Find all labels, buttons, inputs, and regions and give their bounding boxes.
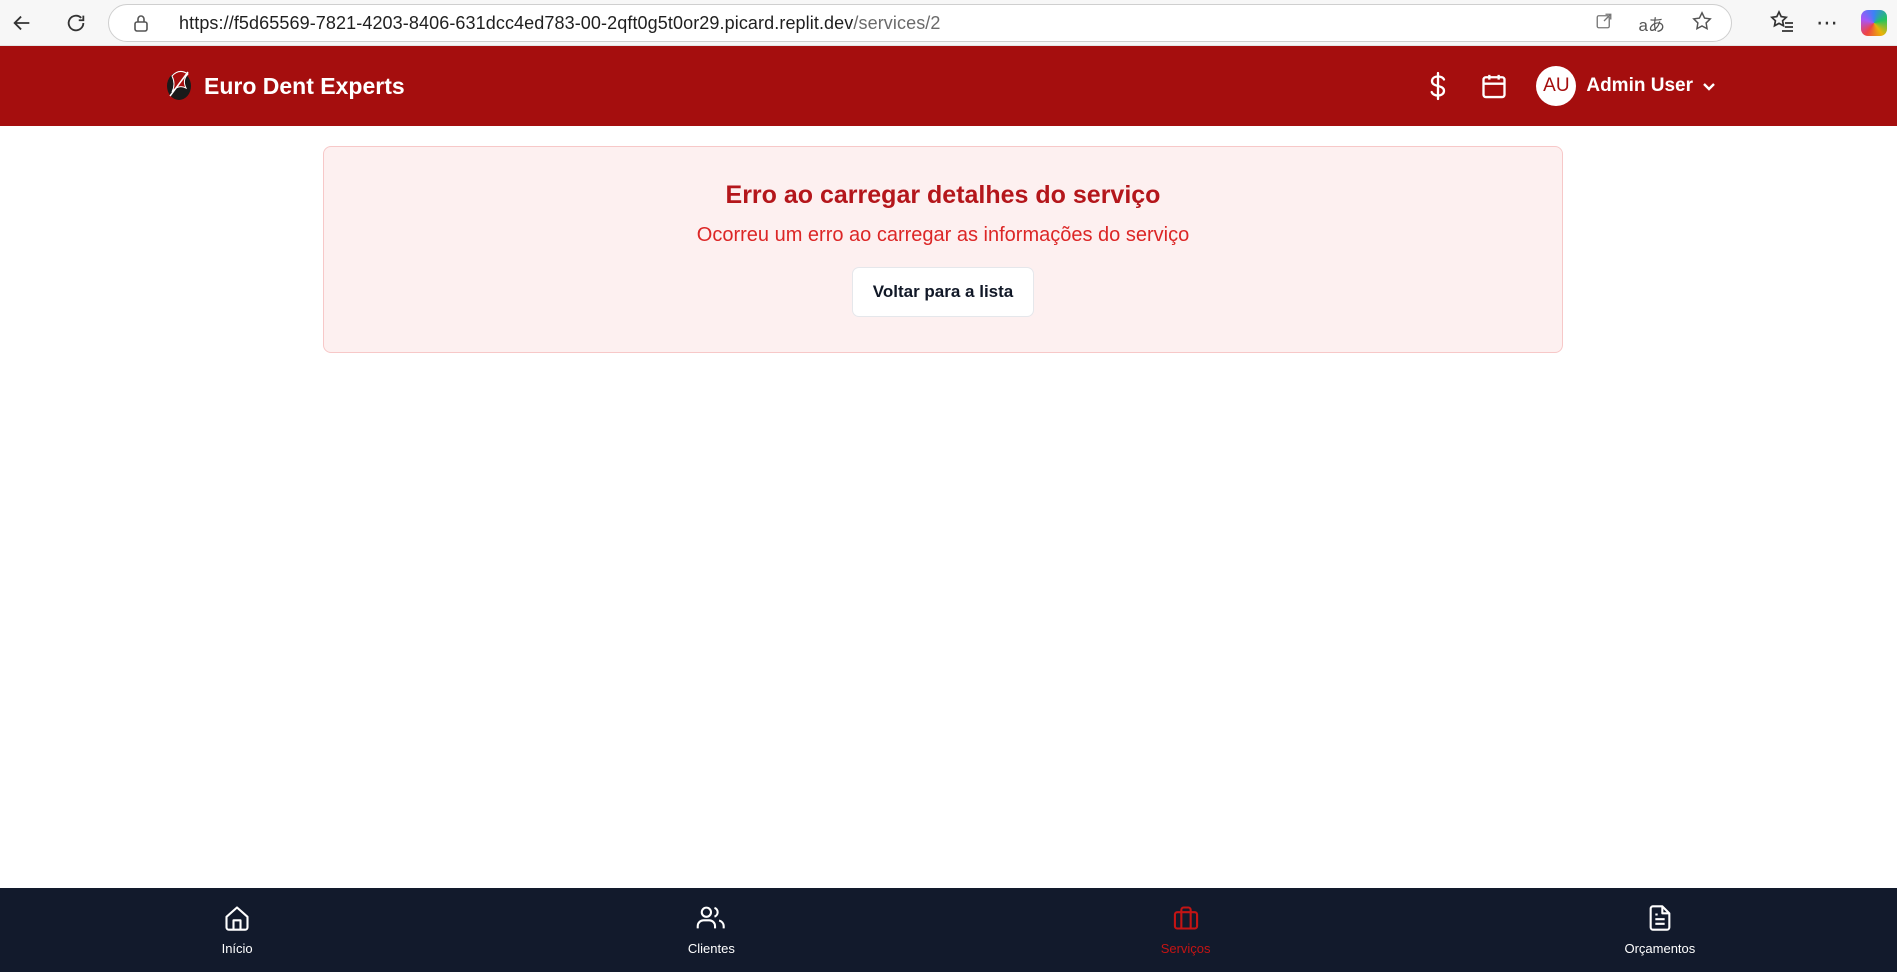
nav-item-inicio[interactable]: Início xyxy=(0,888,474,972)
brand[interactable]: Euro Dent Experts xyxy=(164,46,405,126)
chevron-down-icon[interactable] xyxy=(1701,78,1717,94)
copilot-icon[interactable] xyxy=(1861,10,1887,36)
browser-toolbar: https://f5d65569-7821-4203-8406-631dcc4e… xyxy=(0,0,1897,46)
more-options-icon[interactable]: ⋯ xyxy=(1816,10,1839,36)
nav-label: Clientes xyxy=(687,941,735,956)
calendar-icon[interactable] xyxy=(1472,64,1516,108)
error-message: Ocorreu um erro ao carregar as informaçõ… xyxy=(696,224,1190,246)
app-header: Euro Dent Experts AU Admin User xyxy=(0,46,1897,126)
dollar-icon[interactable] xyxy=(1416,64,1460,108)
nav-label: Início xyxy=(221,941,253,956)
error-card: Erro ao carregar detalhes do serviço Oco… xyxy=(323,146,1563,353)
home-icon xyxy=(223,904,251,935)
lock-icon[interactable] xyxy=(133,14,153,32)
nav-label: Orçamentos xyxy=(1624,941,1696,956)
reload-icon[interactable] xyxy=(58,5,94,41)
favorites-icon[interactable] xyxy=(1769,9,1794,37)
address-bar[interactable]: https://f5d65569-7821-4203-8406-631dcc4e… xyxy=(108,4,1732,42)
nav-item-servicos[interactable]: Serviços xyxy=(949,888,1423,972)
favorite-star-icon[interactable] xyxy=(1691,10,1713,37)
bottom-nav: Início Clientes Serviços Orçamentos xyxy=(0,888,1897,972)
open-external-icon[interactable] xyxy=(1595,12,1613,35)
url-text[interactable]: https://f5d65569-7821-4203-8406-631dcc4e… xyxy=(179,13,941,34)
nav-item-clientes[interactable]: Clientes xyxy=(474,888,948,972)
error-title: Erro ao carregar detalhes do serviço xyxy=(725,181,1161,209)
avatar[interactable]: AU xyxy=(1536,66,1577,106)
brand-logo-icon xyxy=(164,66,194,107)
translate-icon[interactable]: aあ xyxy=(1639,11,1665,36)
back-icon[interactable] xyxy=(4,5,40,41)
brand-name: Euro Dent Experts xyxy=(204,72,405,99)
document-icon xyxy=(1647,904,1673,935)
back-to-list-button[interactable]: Voltar para a lista xyxy=(851,267,1035,317)
nav-item-orcamentos[interactable]: Orçamentos xyxy=(1423,888,1897,972)
nav-label: Serviços xyxy=(1160,941,1211,956)
users-icon xyxy=(696,904,726,935)
user-menu-label[interactable]: Admin User xyxy=(1586,75,1693,97)
briefcase-icon xyxy=(1171,904,1201,935)
